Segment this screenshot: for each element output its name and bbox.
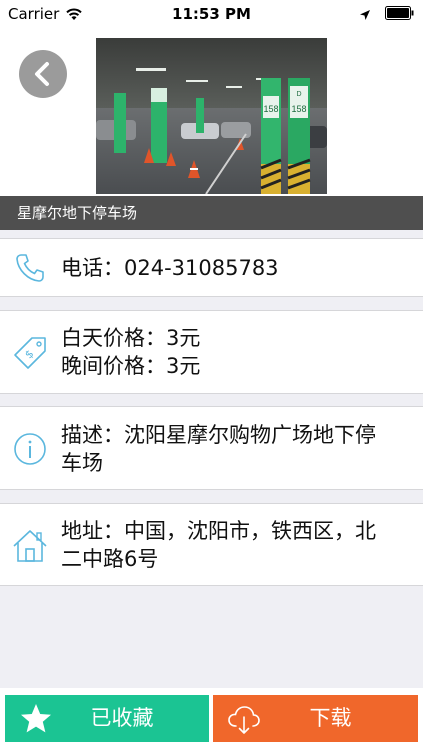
photo-pillar-letter: D: [296, 91, 301, 98]
back-button[interactable]: [19, 50, 67, 98]
header: 158 D 158: [0, 28, 423, 196]
phone-text: 电话：024-31085783: [61, 256, 279, 280]
back-chevron-icon: [35, 62, 49, 86]
photo-pillar-number-2: 158: [291, 104, 306, 114]
phone-icon: [12, 250, 48, 286]
photo-pillar-number-1: 158: [263, 104, 278, 114]
battery-icon: [385, 6, 415, 20]
info-icon: [12, 431, 48, 467]
favorite-label: 已收藏: [90, 706, 154, 730]
address-text: 地址：中国，沈阳市，铁西区，北二中路6号: [61, 519, 376, 571]
favorite-button[interactable]: 已收藏: [5, 695, 209, 742]
description-text: 描述：沈阳星摩尔购物广场地下停车场: [61, 423, 376, 475]
night-price: 晚间价格：3元: [61, 354, 201, 378]
parking-lot-title: 星摩尔地下停车场: [0, 196, 423, 230]
location-arrow-icon: [359, 7, 371, 20]
parking-photo: 158 D 158: [96, 38, 327, 194]
price-tag-icon: $: [12, 335, 48, 371]
address-row[interactable]: 地址：中国，沈阳市，铁西区，北二中路6号: [0, 503, 423, 586]
price-row: $ 白天价格：3元 晚间价格：3元: [0, 310, 423, 394]
phone-row[interactable]: 电话：024-31085783: [0, 238, 423, 297]
price-text: 白天价格：3元 晚间价格：3元: [61, 324, 383, 380]
status-bar: Carrier 11:53 PM: [0, 0, 423, 28]
download-label: 下载: [309, 706, 352, 730]
download-button[interactable]: 下载: [213, 695, 418, 742]
bottom-action-bar: 已收藏 下载: [0, 688, 423, 750]
svg-text:$: $: [22, 347, 36, 361]
home-icon: [12, 528, 48, 564]
day-price: 白天价格：3元: [61, 326, 201, 350]
status-right: [359, 6, 415, 20]
description-row: 描述：沈阳星摩尔购物广场地下停车场: [0, 406, 423, 490]
